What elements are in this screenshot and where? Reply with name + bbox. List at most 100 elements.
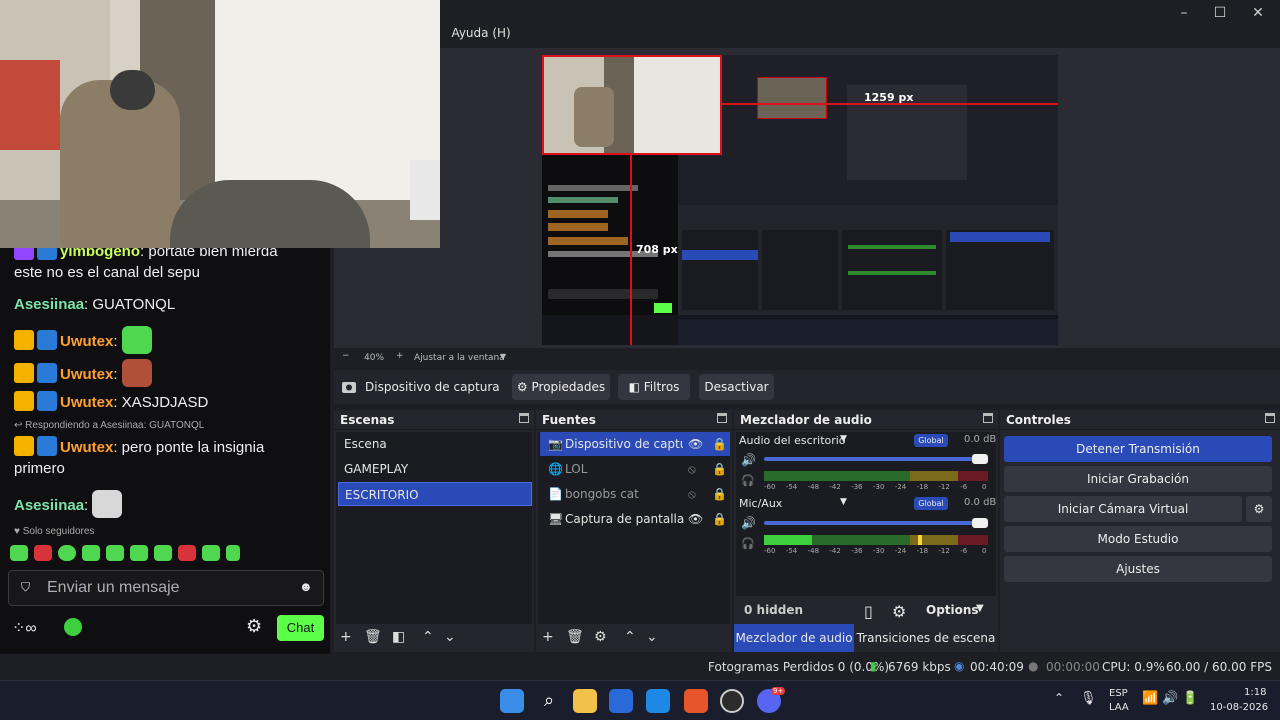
clock-time[interactable]: 1:18 <box>1244 687 1266 698</box>
maximize-button[interactable]: ☐ <box>1200 0 1240 26</box>
gear-icon[interactable]: ⚙ <box>892 602 906 621</box>
chat-button[interactable]: Chat <box>277 615 324 641</box>
gear-icon[interactable]: ⚙ <box>594 629 607 645</box>
language-bottom[interactable]: LAA <box>1109 702 1129 713</box>
chevron-down-icon[interactable]: ▼ <box>840 434 847 444</box>
chat-input[interactable]: ⛉ Enviar un mensaje ☻ <box>8 570 324 606</box>
volume-icon[interactable]: 🔊 <box>741 453 756 467</box>
shield-icon[interactable]: ⛉ <box>21 580 30 595</box>
eye-hidden-icon[interactable]: ⦸ <box>688 482 696 506</box>
preview-canvas[interactable]: 1259 px 708 px <box>542 55 1058 345</box>
trash-icon[interactable]: 🗑 <box>566 629 584 645</box>
file-explorer-icon[interactable] <box>573 689 597 713</box>
layout-icon[interactable]: ▯ <box>864 602 873 621</box>
headphone-icon[interactable]: 🎧 <box>741 537 755 550</box>
source-item[interactable]: 🌐 LOL ⦸ 🔒 <box>540 457 730 481</box>
volume-knob[interactable] <box>972 518 988 528</box>
emote-icon[interactable] <box>34 545 52 561</box>
chevron-down-icon[interactable]: ▼ <box>840 497 847 507</box>
chevron-down-icon[interactable]: ▼ <box>976 603 984 614</box>
volume-knob[interactable] <box>972 454 988 464</box>
speaker-icon[interactable]: 🔊 <box>1162 691 1178 706</box>
chevron-down-icon[interactable]: ▼ <box>500 352 506 361</box>
global-badge[interactable]: Global <box>914 497 948 510</box>
lock-icon[interactable]: 🔒 <box>712 507 727 531</box>
scene-item[interactable]: Escena <box>338 432 532 456</box>
chevron-down-icon[interactable]: ⌄ <box>444 629 456 645</box>
emote-icon[interactable] <box>58 545 76 561</box>
trash-icon[interactable]: 🗑 <box>364 629 382 645</box>
stop-stream-button[interactable]: Detener Transmisión <box>1004 436 1272 462</box>
gear-icon[interactable]: ⚙ <box>1246 496 1272 522</box>
zoom-in-button[interactable]: + <box>396 351 404 361</box>
emote-icon[interactable] <box>178 545 196 561</box>
undock-icon[interactable] <box>717 413 727 423</box>
filters-button[interactable]: ◧ Filtros <box>618 374 690 400</box>
emote-icon[interactable] <box>202 545 220 561</box>
selection-box[interactable] <box>542 55 722 155</box>
chevron-down-icon[interactable]: ⌄ <box>646 629 658 645</box>
properties-button[interactable]: ⚙ Propiedades <box>512 374 610 400</box>
language-top[interactable]: ESP <box>1109 688 1128 699</box>
volume-icon[interactable]: 🔊 <box>741 516 756 530</box>
emote-icon[interactable] <box>154 545 172 561</box>
studio-mode-button[interactable]: Modo Estudio <box>1004 526 1272 552</box>
points-icon[interactable]: ⁘∞ <box>12 618 37 638</box>
scene-item[interactable]: GAMEPLAY <box>338 457 532 481</box>
emote-icon[interactable] <box>130 545 148 561</box>
search-icon[interactable]: ⌕ <box>537 689 561 713</box>
emoji-icon[interactable]: ☻ <box>299 579 313 594</box>
battery-icon[interactable]: 🔋 <box>1182 691 1198 706</box>
volume-slider[interactable] <box>764 457 988 461</box>
outlook-icon[interactable] <box>646 689 670 713</box>
brave-icon[interactable] <box>684 689 708 713</box>
headphone-icon[interactable]: 🎧 <box>741 474 755 487</box>
deactivate-button[interactable]: Desactivar <box>699 374 774 400</box>
eye-icon[interactable]: 👁 <box>688 432 703 456</box>
tab-scene-transitions[interactable]: Transiciones de escena <box>854 624 998 652</box>
volume-slider[interactable] <box>764 521 988 525</box>
clock-date[interactable]: 10-08-2026 <box>1210 702 1268 713</box>
source-item[interactable]: 📄 bongobs cat ⦸ 🔒 <box>540 482 730 506</box>
obs-icon[interactable] <box>720 689 744 713</box>
store-icon[interactable] <box>609 689 633 713</box>
source-item[interactable]: 🖥 Captura de pantalla 👁 🔒 <box>540 507 730 531</box>
username[interactable]: Asesiinaa <box>14 497 84 514</box>
undock-icon[interactable] <box>1265 413 1275 423</box>
windows-start-icon[interactable] <box>500 689 524 713</box>
emote-icon[interactable] <box>226 545 240 561</box>
lock-icon[interactable]: 🔒 <box>712 432 727 456</box>
wifi-icon[interactable]: 📶 <box>1142 691 1158 706</box>
tab-audio-mixer[interactable]: Mezclador de audio <box>734 624 854 652</box>
mic-icon[interactable]: 🎙 <box>1080 691 1097 706</box>
username[interactable]: Uwutex <box>60 439 113 456</box>
scene-item-selected[interactable]: ESCRITORIO <box>338 482 532 506</box>
emote-icon[interactable] <box>10 545 28 561</box>
zoom-out-button[interactable]: − <box>342 351 350 361</box>
undock-icon[interactable] <box>983 413 993 423</box>
eye-icon[interactable]: 👁 <box>688 507 703 531</box>
username[interactable]: Uwutex <box>60 366 113 383</box>
start-record-button[interactable]: Iniciar Grabación <box>1004 466 1272 492</box>
source-item-selected[interactable]: 📷 Dispositivo de captura d 👁 🔒 <box>540 432 730 456</box>
global-badge[interactable]: Global <box>914 434 948 447</box>
username[interactable]: Uwutex <box>60 333 113 350</box>
username[interactable]: Asesiinaa <box>14 296 84 313</box>
kick-icon[interactable] <box>64 618 82 636</box>
chevron-up-icon[interactable]: ⌃ <box>1054 691 1064 705</box>
virtual-camera-button[interactable]: Iniciar Cámara Virtual <box>1004 496 1242 522</box>
username[interactable]: Uwutex <box>60 394 113 411</box>
gear-icon[interactable]: ⚙ <box>246 616 262 637</box>
emote-icon[interactable] <box>106 545 124 561</box>
eye-hidden-icon[interactable]: ⦸ <box>688 457 696 481</box>
chevron-up-icon[interactable]: ⌃ <box>624 629 636 645</box>
add-icon[interactable]: + <box>542 629 554 645</box>
close-button[interactable]: ✕ <box>1238 0 1278 26</box>
settings-button[interactable]: Ajustes <box>1004 556 1272 582</box>
lock-icon[interactable]: 🔒 <box>712 482 727 506</box>
lock-icon[interactable]: 🔒 <box>712 457 727 481</box>
options-button[interactable]: Options <box>926 603 979 617</box>
menu-item-help[interactable]: Ayuda (H) <box>451 26 510 40</box>
emote-icon[interactable] <box>82 545 100 561</box>
filter-icon[interactable]: ◧ <box>392 629 405 645</box>
